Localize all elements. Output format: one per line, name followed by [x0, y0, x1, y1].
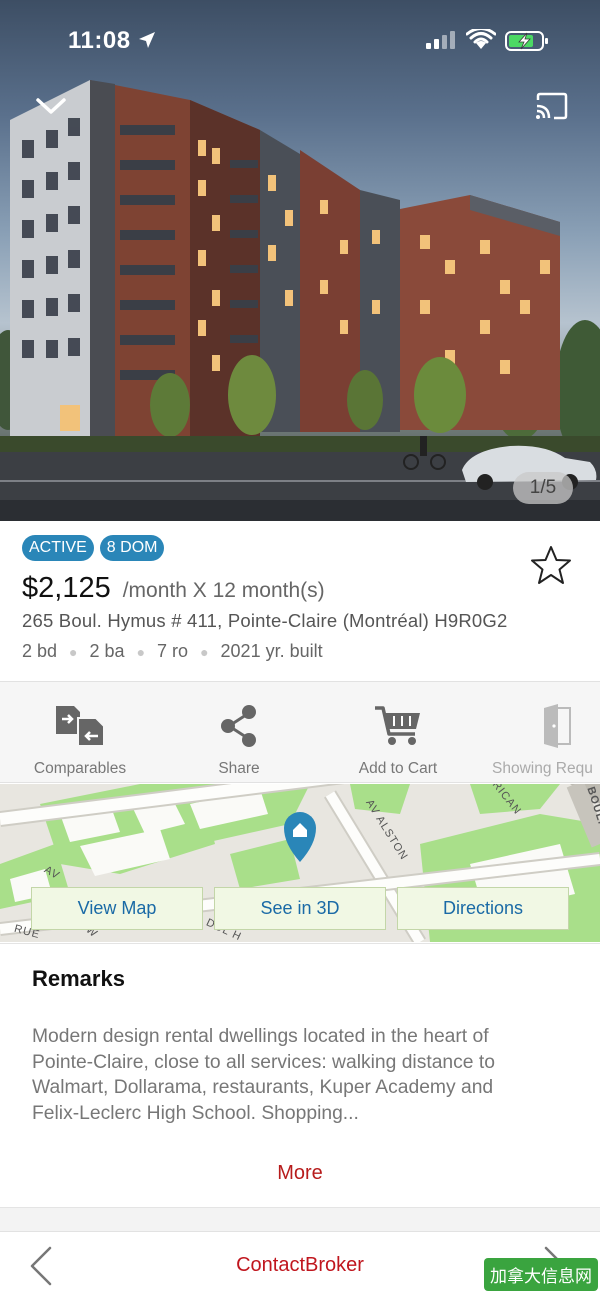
- share-button[interactable]: Share: [189, 682, 289, 782]
- address: 265 Boul. Hymus # 411, Pointe-Claire (Mo…: [22, 610, 508, 631]
- wifi-icon: [466, 29, 496, 49]
- separator-dot: ●: [136, 643, 146, 660]
- see-in-3d-button[interactable]: See in 3D: [214, 887, 386, 930]
- status-badge: ACTIVE: [22, 535, 94, 561]
- location-map[interactable]: AV ALSTON BOUL. H RICAN AV RUE DUL H W V…: [0, 784, 600, 942]
- action-bar: Comparables Share Add to Cart Showing Re…: [0, 681, 600, 783]
- rent-period: /month X 12 month(s): [122, 579, 325, 602]
- cast-button[interactable]: [531, 86, 571, 126]
- comparables-button[interactable]: Comparables: [20, 682, 140, 782]
- showing-request-button[interactable]: Showing Requ: [492, 682, 600, 782]
- comparables-label: Comparables: [33, 760, 127, 777]
- add-to-cart-label: Add to Cart: [358, 760, 438, 777]
- add-to-cart-button[interactable]: Add to Cart: [348, 682, 448, 782]
- price: $2,125: [22, 572, 111, 604]
- year-built: 2021 yr. built: [220, 641, 323, 661]
- photo-counter: 1/5: [513, 472, 573, 504]
- cart-icon: [375, 706, 420, 745]
- directions-button[interactable]: Directions: [397, 887, 569, 930]
- bathrooms: 2 ba: [89, 641, 125, 661]
- separator-dot: ●: [200, 643, 209, 660]
- watermark-logo: 加拿大信息网: [484, 1258, 598, 1291]
- previous-listing-button[interactable]: [26, 1246, 56, 1286]
- cast-icon: [536, 92, 568, 120]
- cellular-signal-icon: [426, 31, 455, 49]
- dom-badge: 8 DOM: [99, 535, 165, 561]
- status-bar: 11:08: [0, 0, 600, 80]
- star-icon: [531, 546, 571, 584]
- contact-broker-button[interactable]: ContactBroker: [200, 1254, 400, 1277]
- chevron-left-icon: [30, 1246, 52, 1286]
- remarks-line: Felix-Leclerc High School. Shopping...: [32, 1102, 359, 1124]
- bedrooms: 2 bd: [22, 641, 58, 661]
- separator-dot: ●: [69, 643, 78, 660]
- share-label: Share: [218, 760, 260, 777]
- share-icon: [221, 705, 256, 747]
- remarks-section: Remarks Modern design rental dwellings l…: [0, 943, 600, 1208]
- rooms: 7 ro: [157, 641, 189, 661]
- section-divider: [0, 1207, 600, 1231]
- status-time: 11:08: [68, 27, 131, 54]
- property-specs: 2 bd ● 2 ba ● 7 ro ● 2021 yr. built: [22, 641, 323, 662]
- remarks-text: Modern design rental dwellings located i…: [32, 1024, 580, 1126]
- favorite-button[interactable]: [528, 543, 574, 589]
- more-button[interactable]: More: [0, 1162, 600, 1185]
- battery-charging-icon: [505, 31, 548, 51]
- status-badges: ACTIVE 8 DOM: [22, 535, 165, 561]
- listing-summary: ACTIVE 8 DOM $2,125 /month X 12 month(s)…: [0, 521, 600, 681]
- location-arrow-icon: [139, 32, 155, 48]
- remarks-title: Remarks: [32, 966, 125, 991]
- collapse-button[interactable]: [31, 86, 71, 126]
- view-map-button[interactable]: View Map: [31, 887, 203, 930]
- comparables-icon: [56, 706, 105, 747]
- showing-request-label: Showing Requ: [492, 760, 593, 777]
- remarks-line: Walmart, Dollarama, restaurants, Kuper A…: [32, 1077, 494, 1098]
- remarks-line: Modern design rental dwellings located i…: [32, 1026, 489, 1047]
- door-icon: [544, 704, 571, 748]
- listing-photo[interactable]: 11:08 1/5: [0, 0, 600, 521]
- remarks-line: Pointe-Claire, close to all services: wa…: [32, 1051, 495, 1073]
- chevron-down-icon: [36, 98, 66, 114]
- price-row: $2,125 /month X 12 month(s): [22, 572, 325, 605]
